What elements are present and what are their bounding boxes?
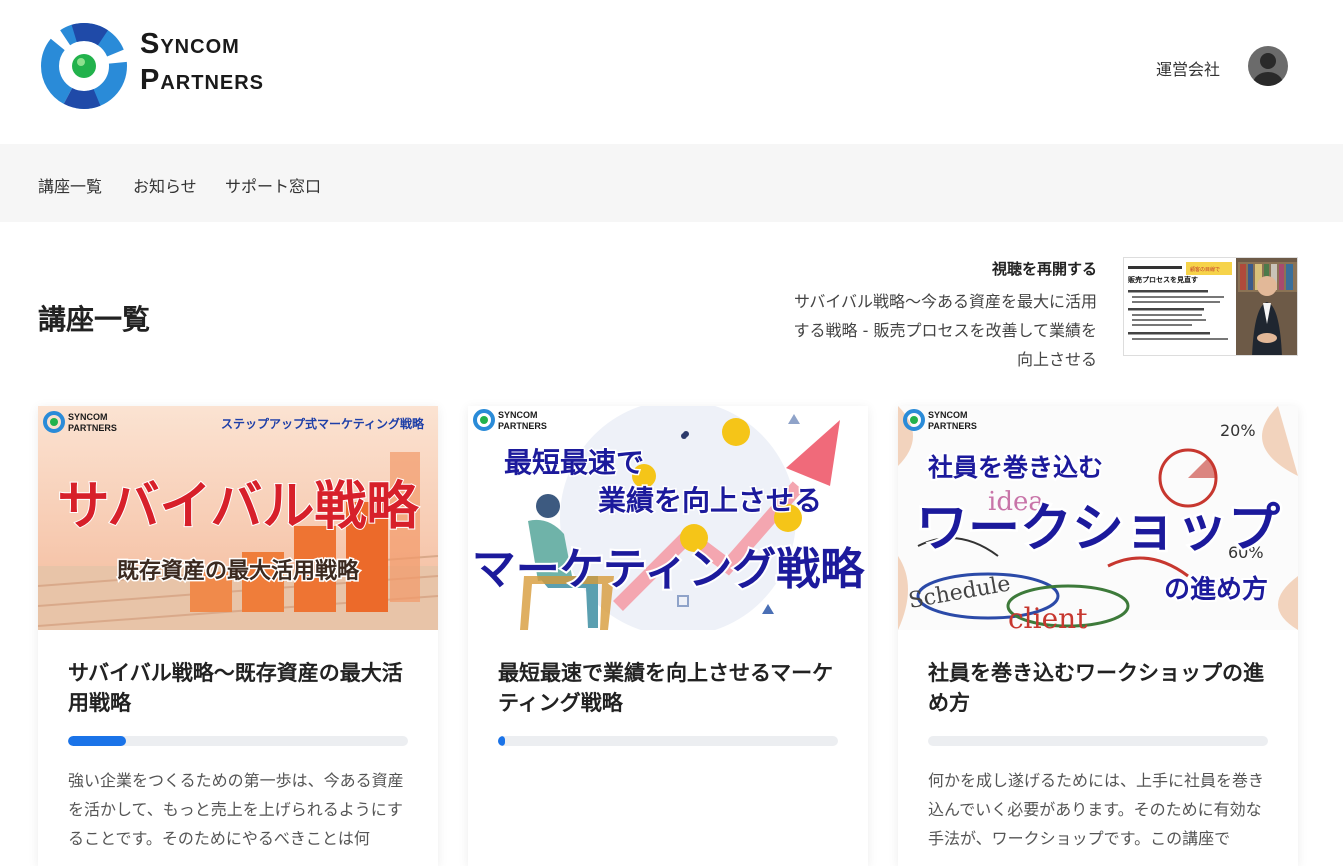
brand-logo[interactable]: Syncom Partners	[38, 20, 348, 112]
company-link[interactable]: 運営会社	[1156, 56, 1220, 80]
card-doodle-client: client	[1008, 602, 1088, 630]
course-image-survival: SYNCOM PARTNERS ステップアップ式マーケティング戦略 サバイバル戦…	[38, 406, 438, 630]
user-avatar[interactable]	[1248, 46, 1288, 86]
main-nav: 講座一覧 お知らせ サポート窓口	[0, 144, 1343, 222]
brand-name-line2: Partners	[140, 64, 265, 96]
course-title[interactable]: 最短最速で業績を向上させるマーケティング戦略	[498, 658, 842, 718]
card-tag: ステップアップ式マーケティング戦略	[221, 416, 425, 431]
course-title[interactable]: 社員を巻き込むワークショップの進め方	[928, 658, 1272, 718]
resume-thumbnail[interactable]: 販売プロセスを見直す 顧客の目線で	[1123, 257, 1298, 356]
brand-name: Syncom Partners	[140, 26, 264, 98]
course-progress-bar	[928, 736, 1268, 746]
card-sub: 既存資産の最大活用戦略	[117, 558, 360, 584]
card-brand-line2: PARTNERS	[928, 421, 977, 431]
course-progress-fill	[498, 736, 505, 746]
brand-name-line1: Syncom	[140, 28, 240, 60]
thumb-heading: 販売プロセスを見直す	[1128, 275, 1198, 284]
course-progress-fill	[68, 736, 126, 746]
card-headline: マーケティング戦略	[472, 544, 865, 595]
card-brand-line1: SYNCOM	[928, 410, 968, 420]
course-title[interactable]: サバイバル戦略〜既存資産の最大活用戦略	[68, 658, 412, 718]
logo-ring-icon	[41, 23, 127, 109]
nav-item-courses[interactable]: 講座一覧	[38, 173, 102, 197]
course-description: 何かを成し遂げるためには、上手に社員を巻き込んでいく必要があります。そのために有…	[928, 771, 1265, 848]
user-silhouette-icon	[1253, 53, 1283, 86]
course-card[interactable]: SYNCOM PARTNERS 最短最速で 業績を向上させる マーケティング戦略…	[468, 406, 868, 866]
card-brand-line2: PARTNERS	[68, 423, 117, 433]
card-line1: 最短最速で	[504, 446, 644, 479]
card-line2: 業績を向上させる	[598, 484, 822, 517]
course-image-marketing: SYNCOM PARTNERS 最短最速で 業績を向上させる マーケティング戦略	[468, 406, 868, 630]
nav-item-support[interactable]: サポート窓口	[225, 173, 321, 197]
course-thumbnail[interactable]: Schedule client idea 20% 60% SYNCOM PART…	[898, 406, 1298, 630]
course-description: 強い企業をつくるための第一歩は、今ある資産を活かして、もっと売上を上げられるよう…	[68, 771, 404, 848]
card-sub: の進め方	[1164, 574, 1268, 605]
card-doodle-percent-20: 20%	[1220, 421, 1256, 440]
course-thumbnail[interactable]: SYNCOM PARTNERS 最短最速で 業績を向上させる マーケティング戦略	[468, 406, 868, 630]
card-brand-line1: SYNCOM	[68, 412, 108, 422]
resume-course-link[interactable]: サバイバル戦略〜今ある資産を最大に活用する戦略 - 販売プロセスを改善して業績を…	[787, 287, 1097, 374]
course-image-workshop: Schedule client idea 20% 60% SYNCOM PART…	[898, 406, 1298, 630]
card-headline: ワークショップ	[916, 499, 1280, 559]
lecture-thumbnail-image: 販売プロセスを見直す 顧客の目線で	[1124, 258, 1297, 355]
course-thumbnail[interactable]: SYNCOM PARTNERS ステップアップ式マーケティング戦略 サバイバル戦…	[38, 406, 438, 630]
site-header: Syncom Partners 運営会社	[0, 0, 1343, 144]
card-headline: サバイバル戦略	[58, 477, 420, 537]
course-progress-bar	[68, 736, 408, 746]
nav-item-news[interactable]: お知らせ	[133, 173, 197, 197]
page-title: 講座一覧	[38, 303, 151, 336]
course-progress-bar	[498, 736, 838, 746]
card-brand-line1: SYNCOM	[498, 410, 538, 420]
card-brand-line2: PARTNERS	[498, 421, 547, 431]
resume-label: 視聴を再開する	[991, 260, 1097, 278]
course-card[interactable]: Schedule client idea 20% 60% SYNCOM PART…	[898, 406, 1298, 866]
course-card[interactable]: SYNCOM PARTNERS ステップアップ式マーケティング戦略 サバイバル戦…	[38, 406, 438, 866]
card-line1: 社員を巻き込む	[928, 453, 1103, 482]
thumb-badge: 顧客の目線で	[1190, 266, 1220, 273]
